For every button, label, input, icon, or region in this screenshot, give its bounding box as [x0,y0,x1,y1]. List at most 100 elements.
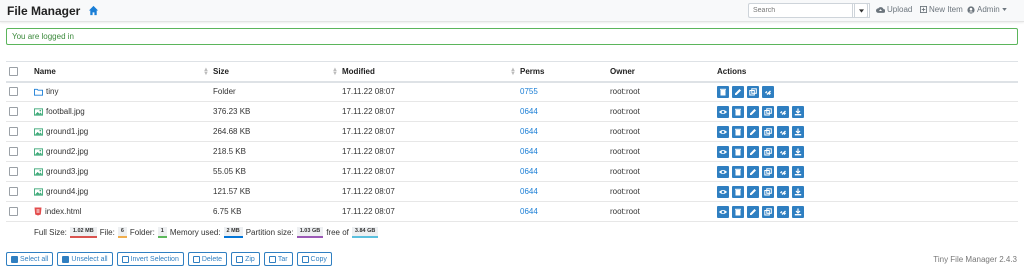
download-button[interactable] [792,105,804,118]
delete-button[interactable] [732,145,744,158]
download-button[interactable] [792,165,804,178]
copy-button[interactable] [747,85,759,98]
rename-button[interactable] [747,105,759,118]
file-name-link[interactable]: ground4.jpg [34,187,213,196]
perms-link[interactable]: 0644 [520,207,538,216]
user-circle-icon [967,5,975,14]
row-checkbox[interactable] [9,127,18,137]
bulk-actions: Select all Unselect all Invert Selection… [6,252,332,266]
col-header-perms[interactable]: Perms [520,61,610,83]
rename-button[interactable] [732,85,744,98]
perms-link[interactable]: 0644 [520,167,538,176]
rename-button[interactable] [747,165,759,178]
delete-button[interactable] [732,205,744,218]
file-size: Folder [213,81,342,102]
delete-button[interactable] [732,165,744,178]
view-button[interactable] [717,205,729,218]
tar-button[interactable]: Tar [263,252,293,266]
row-checkbox[interactable] [9,167,18,177]
pencil-square-icon [750,128,756,135]
download-icon [794,208,802,215]
col-header-actions-label: Actions [717,66,747,76]
view-button[interactable] [717,165,729,178]
eye-icon [719,169,727,174]
rename-button[interactable] [747,205,759,218]
direct-link-button[interactable] [777,105,789,118]
perms-link[interactable]: 0644 [520,107,538,116]
upload-link[interactable]: Upload [876,5,912,14]
file-modified: 17.11.22 08:07 [342,181,520,202]
eye-icon [719,129,727,134]
col-header-name[interactable]: Name ▲ ▼ [34,61,213,83]
admin-menu[interactable]: Admin [967,5,1007,14]
new-item-link[interactable]: New Item [920,5,963,14]
file-name-link[interactable]: tiny [34,87,213,96]
home-icon[interactable] [88,5,99,16]
row-checkbox[interactable] [9,207,18,217]
row-checkbox[interactable] [9,87,18,97]
search-input[interactable] [748,3,852,18]
delete-button[interactable]: Delete [187,252,228,266]
file-name-link[interactable]: ground2.jpg [34,147,213,156]
view-button[interactable] [717,125,729,138]
table-row: tiny Folder 17.11.22 08:07 0755 root:roo… [6,81,1018,102]
col-header-size[interactable]: Size ▲ ▼ [213,61,342,83]
unselect-all-button[interactable]: Unselect all [57,252,113,266]
trash-icon [735,168,741,175]
row-checkbox[interactable] [9,107,18,117]
copy-button[interactable] [762,105,774,118]
direct-link-button[interactable] [777,165,789,178]
app-title[interactable]: File Manager [7,4,80,18]
delete-button[interactable] [732,125,744,138]
perms-link[interactable]: 0644 [520,147,538,156]
perms-link[interactable]: 0644 [520,187,538,196]
file-modified: 17.11.22 08:07 [342,101,520,122]
view-button[interactable] [717,185,729,198]
th-list-icon [121,255,129,263]
delete-button[interactable] [717,85,729,98]
zip-button[interactable]: Zip [231,252,260,266]
file-owner: root:root [610,161,717,182]
perms-link[interactable]: 0644 [520,127,538,136]
download-button[interactable] [792,125,804,138]
direct-link-button[interactable] [777,125,789,138]
search-dropdown-button[interactable] [854,3,868,18]
file-name-link[interactable]: ground1.jpg [34,127,213,136]
top-navbar: File Manager Upload New Item Admin [0,0,1024,22]
col-header-modified[interactable]: Modified ▲ ▼ [342,61,520,83]
direct-link-button[interactable] [777,205,789,218]
view-button[interactable] [717,105,729,118]
direct-link-button[interactable] [777,145,789,158]
copy-button[interactable] [762,145,774,158]
copy-button[interactable] [762,205,774,218]
select-all-checkbox[interactable] [9,66,18,76]
copy-button[interactable]: Copy [296,252,332,266]
invert-selection-button[interactable]: Invert Selection [116,252,184,266]
select-all-button[interactable]: Select all [6,252,54,266]
zip-label: Zip [245,255,255,263]
download-button[interactable] [792,145,804,158]
direct-link-button[interactable] [777,185,789,198]
rename-button[interactable] [747,185,759,198]
files-icon [764,207,772,215]
file-name-link[interactable]: ground3.jpg [34,167,213,176]
download-button[interactable] [792,205,804,218]
file-name-link[interactable]: index.html [34,207,213,216]
download-button[interactable] [792,185,804,198]
row-checkbox[interactable] [9,187,18,197]
file-name-link[interactable]: football.jpg [34,107,213,116]
delete-button[interactable] [732,105,744,118]
rename-button[interactable] [747,145,759,158]
delete-button[interactable] [732,185,744,198]
view-button[interactable] [717,145,729,158]
rename-button[interactable] [747,125,759,138]
perms-link[interactable]: 0755 [520,87,538,96]
direct-link-button[interactable] [762,85,774,98]
col-header-owner[interactable]: Owner [610,61,717,83]
check-square-icon [11,255,18,263]
copy-button[interactable] [762,125,774,138]
link-icon [780,190,786,195]
copy-button[interactable] [762,165,774,178]
copy-button[interactable] [762,185,774,198]
row-checkbox[interactable] [9,147,18,157]
